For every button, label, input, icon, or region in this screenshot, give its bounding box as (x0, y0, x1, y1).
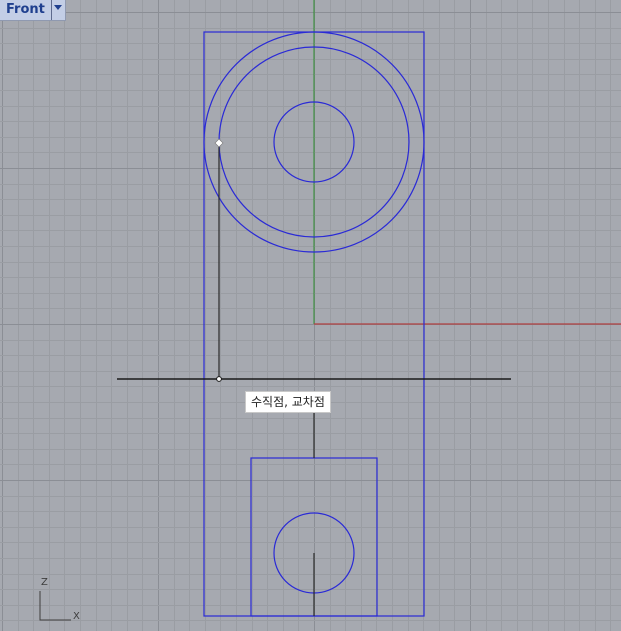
cursor-point-marker (214, 138, 224, 148)
viewport-menu-dropdown-icon[interactable] (50, 0, 65, 20)
osnap-tooltip: 수직점, 교차점 (245, 391, 331, 413)
z-axis-label: Z (41, 577, 48, 588)
front-viewport[interactable]: Front 수직점, 교차점 Z X (0, 0, 621, 631)
viewport-tab[interactable]: Front (0, 0, 66, 21)
snap-marker (216, 376, 222, 382)
viewport-canvas[interactable] (0, 0, 621, 631)
x-axis-label: X (73, 611, 80, 622)
grid (0, 0, 621, 631)
viewport-title[interactable]: Front (0, 0, 51, 20)
